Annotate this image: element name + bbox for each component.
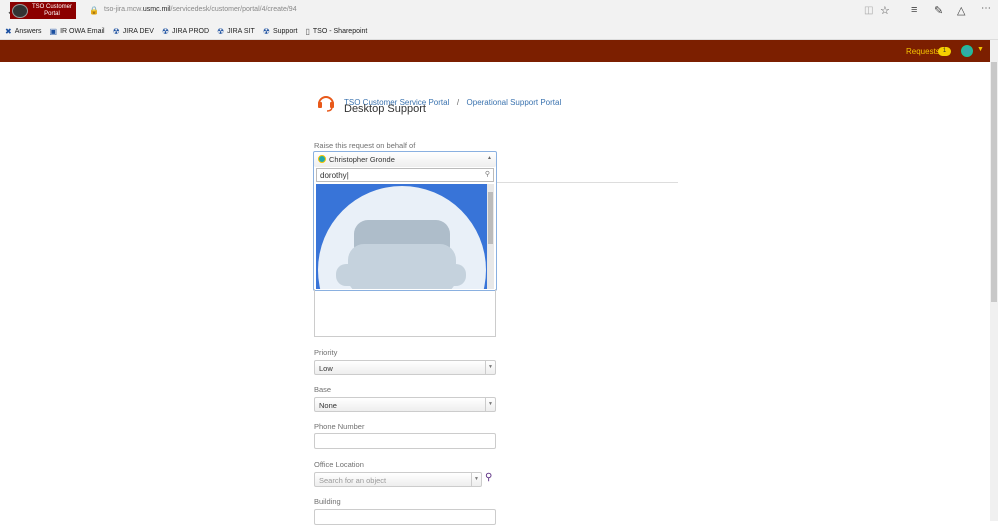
chevron-down-icon: ▼ (471, 473, 481, 486)
address-bar[interactable]: tso-jira.mcw.usmc.mil/servicedesk/custom… (104, 6, 297, 13)
priority-select[interactable]: Low ▼ (314, 360, 496, 375)
url-path: /servicedesk/customer/portal/4/create/94 (170, 6, 297, 13)
requests-link[interactable]: Requests (906, 47, 940, 56)
bookmarks-bar: ✖ Answers ▣ IR OWA Email ☢ JIRA DEV ☢ JIRA P… (0, 23, 998, 40)
object-search-icon[interactable]: ⚲ (485, 472, 492, 483)
bookmark-label: TSO - Sharepoint (312, 27, 368, 35)
reading-view-icon[interactable]: ◫ (864, 5, 873, 16)
bookmark-label: JIRA SIT (227, 27, 255, 35)
logo-line2: Portal (44, 10, 60, 17)
portal-logo[interactable]: TSO Customer Portal (10, 2, 76, 19)
phone-input[interactable] (314, 433, 496, 449)
results-scrollbar[interactable] (487, 184, 494, 289)
page-icon: ▯ (305, 26, 310, 36)
search-icon: ⚲ (484, 171, 490, 178)
headset-icon (318, 96, 334, 112)
scrollbar-thumb[interactable] (991, 62, 997, 302)
web-note-icon[interactable]: ✎ (934, 4, 943, 17)
chevron-down-icon: ▼ (485, 398, 495, 411)
bookmark-answers[interactable]: ✖ Answers (5, 27, 42, 36)
bookmark-sharepoint[interactable]: ▯ TSO - Sharepoint (306, 27, 368, 36)
office-label: Office Location (314, 460, 364, 469)
jira-icon: ☢ (217, 26, 225, 36)
building-input[interactable] (314, 509, 496, 525)
bookmark-icon: ✖ (5, 26, 12, 36)
base-label: Base (314, 385, 332, 394)
bookmark-support[interactable]: ☢ Support (263, 27, 298, 36)
url-domain: usmc.mil (142, 6, 171, 13)
url-prefix: tso-jira.mcw. (104, 6, 143, 13)
bookmark-label: Answers (14, 27, 42, 35)
logo-image (12, 3, 28, 18)
requests-count-badge: 1 (938, 47, 951, 56)
page-scrollbar[interactable] (990, 40, 998, 521)
bookmark-label: JIRA DEV (122, 27, 154, 35)
result-item-highlighted[interactable] (316, 184, 494, 289)
chevron-down-icon[interactable]: ▼ (977, 46, 984, 53)
hub-icon[interactable]: ≡ (911, 4, 917, 16)
behalf-value: Christopher Gronde (329, 155, 395, 164)
behalf-search-input[interactable]: dorothy| ⚲ (316, 168, 494, 182)
more-icon[interactable]: ⋯ (981, 3, 991, 14)
user-avatar[interactable] (961, 45, 973, 57)
building-label: Building (314, 497, 341, 506)
phone-label: Phone Number (314, 422, 365, 431)
office-placeholder: Search for an object (319, 476, 387, 485)
behalf-select[interactable]: Christopher Gronde ▲ (314, 152, 496, 167)
bookmark-label: Support (272, 27, 298, 35)
page-title: Desktop Support (344, 103, 426, 115)
breadcrumb-sub-link[interactable]: Operational Support Portal (467, 98, 562, 107)
chevron-up-icon: ▲ (487, 155, 492, 161)
bookmark-jira-sit[interactable]: ☢ JIRA SIT (217, 27, 255, 36)
description-textarea[interactable] (314, 289, 496, 337)
behalf-label: Raise this request on behalf of (314, 141, 416, 150)
breadcrumb-separator: / (456, 98, 460, 107)
bookmark-jira-prod[interactable]: ☢ JIRA PROD (162, 27, 209, 36)
priority-label: Priority (314, 348, 338, 357)
base-value: None (319, 401, 337, 410)
bookmark-label: JIRA PROD (172, 27, 209, 35)
priority-value: Low (319, 364, 333, 373)
bookmark-owa[interactable]: ▣ IR OWA Email (50, 27, 105, 36)
office-select[interactable]: Search for an object ▼ (314, 472, 482, 487)
base-select[interactable]: None ▼ (314, 397, 496, 412)
chevron-down-icon: ▼ (485, 361, 495, 374)
jira-icon: ☢ (161, 26, 170, 36)
user-avatar-icon (318, 155, 326, 163)
outlook-icon: ▣ (49, 26, 58, 36)
bookmark-jira-dev[interactable]: ☢ JIRA DEV (113, 27, 154, 36)
portal-header (0, 40, 990, 62)
user-placeholder-avatar-icon (318, 186, 486, 289)
favorite-star-icon[interactable]: ☆ (880, 4, 890, 17)
share-icon[interactable]: △ (957, 4, 965, 17)
lock-icon: 🔒 (89, 6, 99, 15)
logo-line1: TSO Customer (32, 3, 73, 10)
jira-icon: ☢ (262, 26, 270, 36)
bookmark-label: IR OWA Email (60, 27, 105, 35)
search-text: dorothy (320, 171, 347, 180)
jira-icon: ☢ (112, 26, 120, 36)
